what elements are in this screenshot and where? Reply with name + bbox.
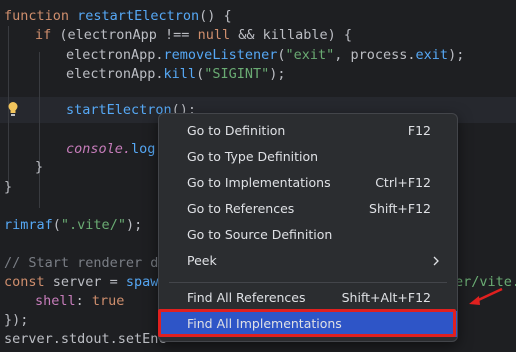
code-line-4: electronApp.kill("SIGINT");: [66, 66, 286, 82]
menu-item-go-to-definition[interactable]: Go to Definition F12: [159, 118, 457, 144]
code-line-9: rimraf(".vite/");: [4, 217, 143, 233]
code-line-8: }: [4, 179, 13, 195]
menu-item-go-to-references[interactable]: Go to References Shift+F12: [159, 196, 457, 222]
code-line-12: shell: true: [35, 293, 125, 309]
context-menu: Go to Definition F12 Go to Type Definitio…: [158, 113, 458, 342]
highlight-box: [158, 309, 456, 337]
lightbulb-icon[interactable]: [7, 101, 19, 117]
menu-item-go-to-implementations[interactable]: Go to Implementations Ctrl+F12: [159, 170, 457, 196]
menu-item-find-all-references[interactable]: Find All References Shift+Alt+F12: [159, 285, 457, 311]
menu-item-go-to-source-definition[interactable]: Go to Source Definition: [159, 222, 457, 248]
menu-separator: [169, 282, 447, 283]
code-line-14: server.stdout.setEnc: [4, 331, 167, 347]
code-line-7: }: [35, 159, 44, 175]
chevron-right-icon: [433, 256, 439, 266]
code-line-6: console.log(: [66, 141, 164, 157]
menu-item-peek[interactable]: Peek: [159, 248, 457, 274]
menu-item-go-to-type-definition[interactable]: Go to Type Definition: [159, 144, 457, 170]
red-arrow-annotation: [469, 287, 503, 305]
indent-guide: [39, 52, 40, 208]
